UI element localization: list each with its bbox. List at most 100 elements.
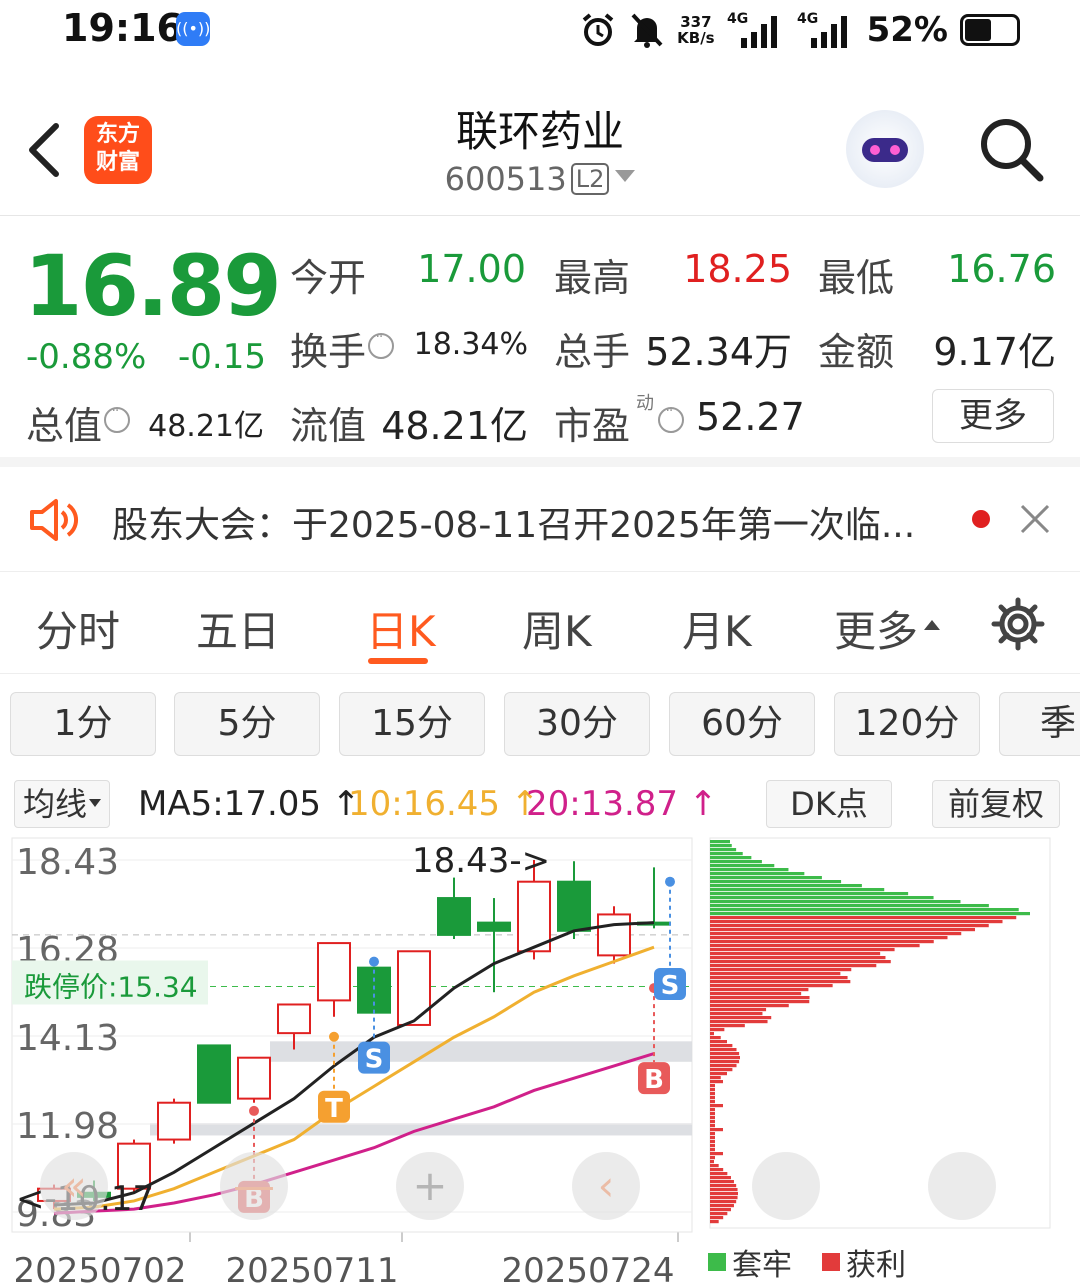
chip-5min[interactable]: 5分 bbox=[174, 692, 320, 756]
chip-bar bbox=[710, 1116, 715, 1120]
chip-15min[interactable]: 15分 bbox=[339, 692, 485, 756]
ma10-value: 10:16.45 ↑ bbox=[348, 784, 540, 824]
battery-icon bbox=[960, 14, 1020, 46]
chip-bar bbox=[710, 1072, 727, 1076]
zoom-in-icon[interactable] bbox=[396, 1152, 464, 1220]
stock-code: 600513 bbox=[444, 160, 567, 198]
chip-bar bbox=[710, 1064, 737, 1068]
chip-bar bbox=[710, 844, 732, 848]
chip-bar bbox=[710, 892, 909, 896]
scroll-left-icon[interactable] bbox=[40, 1152, 108, 1220]
clock: 19:16 bbox=[62, 6, 183, 50]
minute-period-chips: 1分 5分 15分 30分 60分 120分 季 bbox=[0, 690, 1080, 760]
period-tabs: 分时 五日 日K 周K 月K 更多 bbox=[0, 582, 1080, 674]
chip-bar bbox=[710, 1068, 733, 1072]
price-adjust-button[interactable]: 前复权 bbox=[932, 780, 1060, 828]
chip-bar bbox=[710, 860, 762, 864]
signal-dot bbox=[249, 1105, 259, 1116]
chip-30min[interactable]: 30分 bbox=[504, 692, 650, 756]
chip-bar bbox=[710, 1020, 768, 1024]
chip-bar bbox=[710, 1016, 772, 1020]
turnover-value: 18.34% bbox=[413, 327, 528, 362]
more-quote-button[interactable]: 更多 bbox=[932, 389, 1054, 443]
chip-bar bbox=[710, 1036, 721, 1040]
candle-body bbox=[237, 1056, 271, 1100]
chip-bar bbox=[710, 928, 975, 932]
candle-body bbox=[317, 942, 351, 1002]
current-price: 16.89 bbox=[24, 237, 282, 335]
info-icon bbox=[658, 403, 685, 433]
pe-label[interactable]: 市盈 bbox=[554, 395, 685, 450]
pe-dynamic-mark: 动 bbox=[636, 393, 654, 414]
tab-monthly-k[interactable]: 月K bbox=[682, 598, 752, 659]
chip-bar bbox=[710, 1108, 715, 1112]
active-tab-indicator bbox=[368, 658, 428, 664]
chip-bar bbox=[710, 948, 895, 952]
tab-five-day[interactable]: 五日 bbox=[196, 598, 280, 659]
ai-assistant-avatar[interactable] bbox=[846, 110, 924, 188]
chip-bar bbox=[710, 940, 934, 944]
close-icon[interactable] bbox=[1018, 502, 1052, 536]
chip-bar bbox=[710, 1204, 734, 1208]
chip-60min[interactable]: 60分 bbox=[669, 692, 815, 756]
chip-bar bbox=[710, 984, 833, 988]
chip-bar bbox=[710, 1180, 734, 1184]
tab-weekly-k[interactable]: 周K bbox=[522, 598, 592, 659]
signal-label: T bbox=[325, 1094, 343, 1124]
info-icon bbox=[104, 403, 131, 433]
net-speed: 337 KB/s bbox=[677, 13, 715, 47]
chip-bar bbox=[710, 852, 743, 856]
prev-icon[interactable] bbox=[572, 1152, 640, 1220]
candle-body bbox=[597, 913, 631, 957]
chip-bar bbox=[710, 1160, 714, 1164]
chip-bar bbox=[710, 1076, 721, 1080]
amount-label: 金额 bbox=[818, 330, 895, 374]
chip-bar bbox=[710, 1128, 723, 1132]
x-tick-label: 20250711 bbox=[225, 1251, 398, 1288]
chip-bar bbox=[710, 1132, 715, 1136]
chip-bar bbox=[710, 1048, 737, 1052]
dk-point-button[interactable]: DK点 bbox=[766, 780, 892, 828]
next-icon[interactable] bbox=[752, 1152, 820, 1220]
chip-bar bbox=[710, 972, 841, 976]
turnover-label[interactable]: 换手 bbox=[290, 321, 395, 376]
fullscreen-icon[interactable] bbox=[928, 1152, 996, 1220]
indicator-select[interactable]: 均线 bbox=[14, 780, 111, 828]
notice-bar[interactable]: 股东大会：于2025-08-11召开2025年第一次临... bbox=[0, 468, 1080, 572]
chip-bar bbox=[710, 964, 877, 968]
level2-badge: L2 bbox=[570, 163, 610, 195]
tab-daily-k[interactable]: 日K bbox=[366, 598, 436, 659]
signal-dot bbox=[329, 1031, 339, 1042]
change-percent: -0.88% bbox=[26, 337, 147, 377]
open-value: 17.00 bbox=[417, 247, 526, 291]
battery-percent: 52% bbox=[866, 10, 948, 50]
x-tick-label: 20250702 bbox=[13, 1251, 186, 1288]
chip-bar bbox=[710, 896, 934, 900]
change-amount: -0.15 bbox=[178, 337, 266, 377]
chip-120min[interactable]: 120分 bbox=[834, 692, 980, 756]
chip-bar bbox=[710, 1176, 731, 1180]
gear-icon[interactable] bbox=[990, 596, 1046, 652]
svg-text:4G: 4G bbox=[797, 11, 818, 27]
candle-body bbox=[277, 1003, 311, 1035]
chip-bar bbox=[710, 996, 810, 1000]
chip-bar bbox=[710, 1052, 740, 1056]
ma5-value: MA5:17.05 ↑ bbox=[138, 784, 361, 824]
chip-bar bbox=[710, 920, 1003, 924]
chip-bar bbox=[710, 1112, 715, 1116]
chip-1min[interactable]: 1分 bbox=[10, 692, 156, 756]
tab-more[interactable]: 更多 bbox=[834, 598, 941, 659]
kline-chart[interactable]: 18.4316.2814.1311.989.83跌停价:15.34BTSBS18… bbox=[0, 830, 1080, 1288]
zoom-out-icon[interactable] bbox=[220, 1152, 288, 1220]
volume-label: 总手 bbox=[554, 330, 631, 374]
search-icon[interactable] bbox=[976, 114, 1046, 184]
chip-distribution-legend: 套牢 获利 bbox=[708, 1240, 906, 1284]
chip-bar bbox=[710, 956, 886, 960]
mktcap-label[interactable]: 总值 bbox=[26, 395, 131, 450]
legend-profit: 获利 bbox=[846, 1248, 906, 1283]
candle-body bbox=[557, 880, 591, 932]
tab-intraday[interactable]: 分时 bbox=[36, 598, 120, 659]
chip-bar bbox=[710, 988, 809, 992]
chip-bar bbox=[710, 1100, 715, 1104]
chip-quarter[interactable]: 季 bbox=[999, 692, 1080, 756]
